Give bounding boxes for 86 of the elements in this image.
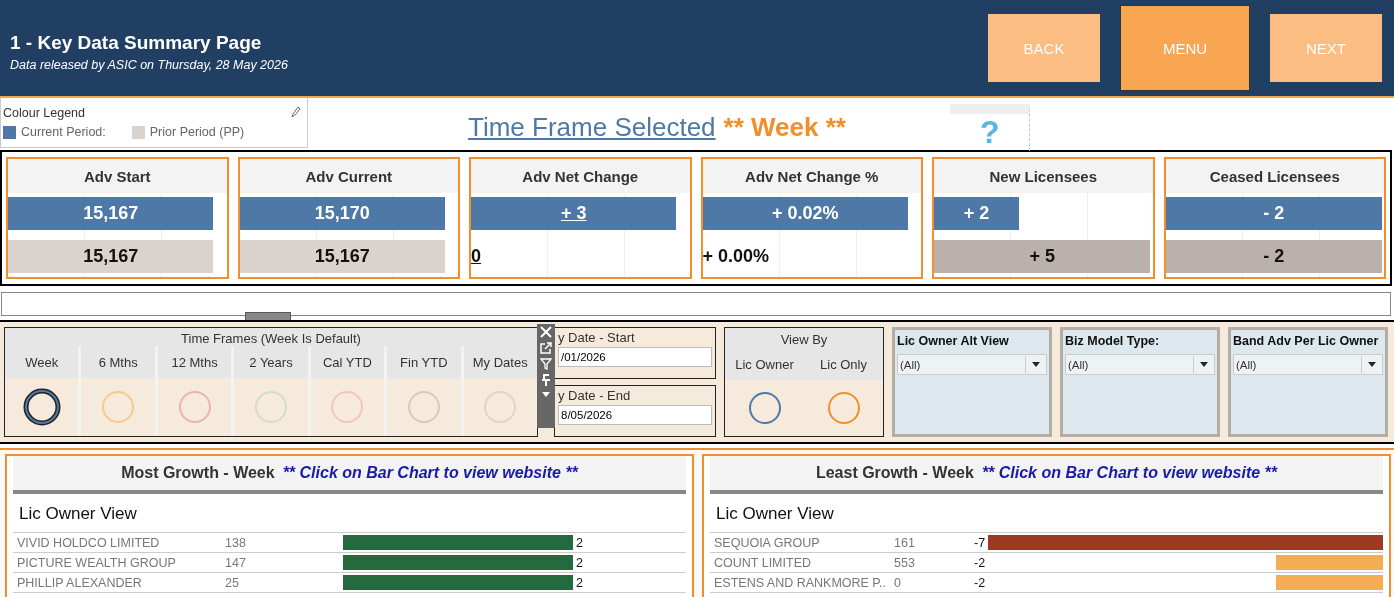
value-bar[interactable] [988,535,1383,550]
time-frame-option[interactable]: My Dates [463,346,537,378]
value-bar[interactable] [343,555,573,570]
date-label: y Date - Start [558,330,636,345]
filter-label: Biz Model Type: [1065,334,1161,348]
panel-note: ** Click on Bar Chart to view website ** [282,464,578,482]
value-bar[interactable] [343,575,573,590]
page-title: 1 - Key Data Summary Page [10,32,263,54]
bar-value: -7 [974,535,986,550]
current-value: 15,167 [83,203,139,224]
view-by-option[interactable]: Lic Owner [725,347,804,380]
current-value: + 0.02% [771,203,839,224]
kpi-title: Ceased Licensees [1165,159,1384,193]
external-link-icon[interactable] [540,342,552,354]
panel-title: Least Growth - Week [815,464,974,482]
current-value: 15,170 [314,203,370,224]
caret-icon[interactable] [541,390,551,398]
owner-name: SEQUOIA GROUP [713,535,821,550]
panel-note: ** Click on Bar Chart to view website ** [981,464,1278,482]
owner-name: PICTURE WEALTH GROUP [16,555,177,570]
view-by-option[interactable]: Lic Only [804,347,883,380]
kpi-title: Adv Start [8,159,227,193]
time-frame-option[interactable]: 12 Mths [157,346,232,378]
date-field[interactable]: /01/2026 [558,347,712,367]
prior-value: 15,167 [314,246,370,267]
prior-value: - 2 [1263,246,1285,267]
current-value: + 2 [963,203,990,224]
time-frame-option[interactable]: 6 Mths [81,346,155,378]
dropdown[interactable]: (All) [1233,354,1383,375]
prior-value: + 5 [1029,246,1055,267]
kpi-title: Adv Current [239,159,458,193]
current-value: + 3 [560,203,587,224]
dropdown[interactable]: (All) [1065,354,1215,375]
owner-count: 138 [225,535,247,550]
time-frames-title: Time Frames (Week Is Default) [181,331,361,346]
caret-icon [1032,362,1040,367]
value-bar[interactable] [1276,555,1383,570]
legend-label: Prior Period (PP) [149,125,245,139]
legend-label: Current Period: [21,125,106,139]
time-frame-link[interactable]: Time Frame Selected [468,111,716,143]
caret-icon [1200,362,1208,367]
pin-icon[interactable] [540,374,552,386]
owner-count: 0 [894,575,902,590]
bar-value: 2 [576,575,583,590]
bar-value: -2 [974,555,986,570]
caret-icon [1368,362,1376,367]
date-label: y Date - End [558,388,632,403]
kpi-title: Adv Net Change [471,159,690,193]
prior-value: + 0.00% [702,246,770,267]
time-frame-option[interactable]: 2 Years [234,346,308,378]
owner-count: 147 [225,555,247,570]
value-bar[interactable] [1276,575,1383,590]
filter-label: Lic Owner Alt View [897,334,1010,348]
release-note: Data released by ASIC on Thursday, 28 May 2026 [10,58,289,72]
view-title: Lic Owner View [715,503,835,525]
view-by-title: View By [780,332,828,347]
prior-value: 0 [471,246,481,267]
bar-value: 2 [576,555,583,570]
date-field[interactable]: 8/05/2026 [558,405,712,425]
value-bar[interactable] [343,535,573,550]
time-frame-value: ** Week ** [723,111,846,143]
owner-name: VIVID HOLDCO LIMITED [16,535,161,550]
owner-name: PHILLIP ALEXANDER [16,575,143,590]
prior-value: 15,167 [83,246,139,267]
legend-title: Colour Legend [3,106,85,120]
kpi-title: New Licensees [934,159,1153,193]
radio-button[interactable] [22,388,61,426]
panel-title: Most Growth - Week [121,464,275,482]
current-value: - 2 [1263,203,1285,224]
time-frame-option[interactable]: Cal YTD [310,346,385,378]
time-frame-option[interactable]: Fin YTD [387,346,461,378]
time-frame-option[interactable]: Week [5,346,79,378]
filter-label: Band Adv Per Lic Owner [1233,334,1380,348]
close-icon[interactable] [540,326,552,338]
owner-count: 25 [225,575,240,590]
bar-value: 2 [576,535,583,550]
bar-value: -2 [974,575,986,590]
filter-icon[interactable] [540,358,552,370]
dropdown[interactable]: (All) [897,354,1047,375]
view-title: Lic Owner View [18,503,138,525]
kpi-title: Adv Net Change % [702,159,921,193]
owner-count: 553 [894,555,916,570]
pencil-icon[interactable] [291,106,301,118]
owner-name: ESTENS AND RANKMORE P.. [713,575,888,590]
owner-count: 161 [894,535,916,550]
owner-name: COUNT LIMITED [713,555,812,570]
